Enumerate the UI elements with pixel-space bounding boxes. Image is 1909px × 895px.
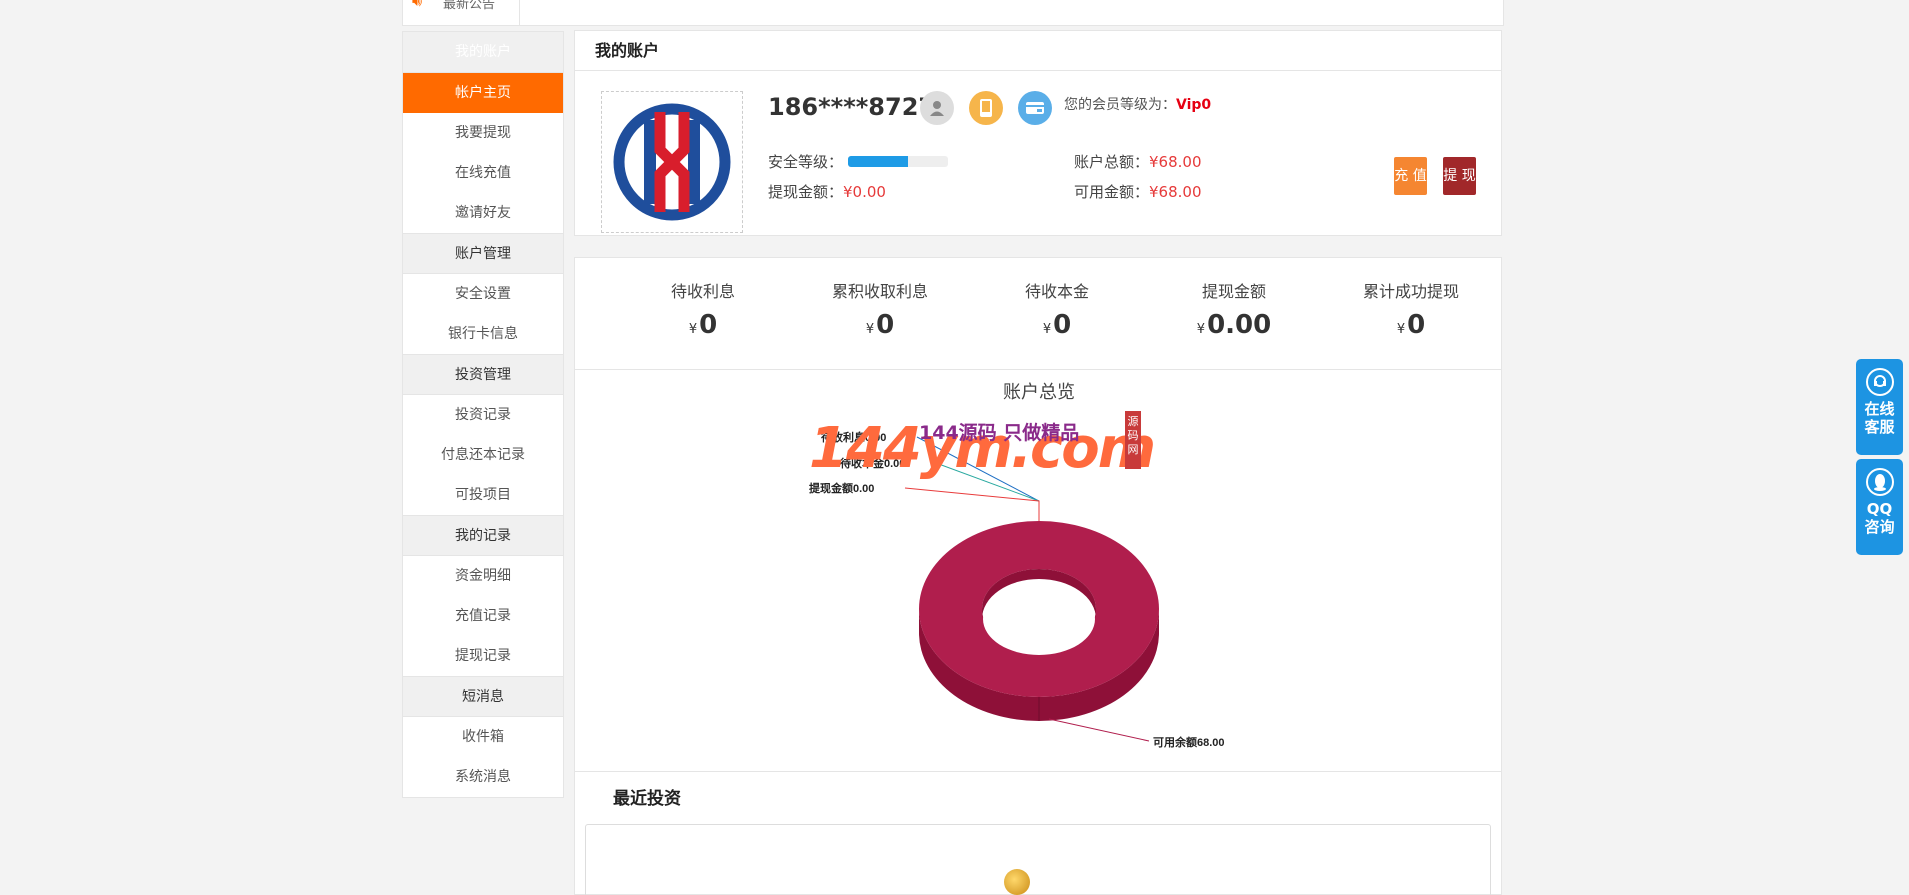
recent-title: 最近投资: [613, 789, 681, 809]
coin-icon: [1004, 869, 1030, 895]
withdraw-amount: 提现金额：¥0.00: [768, 181, 886, 202]
float-label-2: 客服: [1864, 418, 1895, 436]
announcement-bar: 🔊︎ 最新公告: [402, 0, 1504, 26]
available-amount-label: 可用金额：: [1074, 183, 1150, 201]
float-label-1: 在线: [1864, 400, 1895, 418]
account-total: 账户总额：¥68.00: [1074, 151, 1202, 172]
data-label-可用余额: 可用余额68.00: [1153, 735, 1225, 749]
headset-icon: [1865, 368, 1894, 396]
currency-symbol: ¥: [1042, 322, 1052, 337]
recent-list: [585, 824, 1491, 895]
sidebar-item-security[interactable]: 安全设置: [403, 274, 563, 314]
available-amount-value: ¥68.00: [1149, 183, 1202, 201]
sidebar-group-title: 投资管理: [403, 354, 563, 395]
stat-value: 0: [876, 310, 895, 340]
stat-value: 0: [699, 310, 718, 340]
sidebar-item-fund-details[interactable]: 资金明细: [403, 556, 563, 596]
data-label-提现金额: 提现金额0.00: [809, 481, 874, 495]
avatar[interactable]: [601, 91, 743, 233]
recharge-button[interactable]: 充 值: [1394, 157, 1427, 195]
sidebar-item-recharge-records[interactable]: 充值记录: [403, 596, 563, 636]
stat-value: 0.00: [1207, 310, 1272, 340]
sidebar-group-title: 短消息: [403, 676, 563, 717]
recent-investments: 最近投资: [574, 772, 1502, 895]
leader-line-提现金额: [904, 487, 1040, 521]
username: 186****8727: [768, 93, 936, 121]
logo-icon: [613, 103, 731, 221]
qq-consult-button[interactable]: QQ 咨询: [1856, 459, 1903, 555]
sidebar-item-bank-card[interactable]: 银行卡信息: [403, 314, 563, 354]
account-total-value: ¥68.00: [1149, 153, 1202, 171]
stat-title: 累积收取利息: [831, 282, 928, 301]
vip-level: 您的会员等级为：Vip0: [1064, 94, 1211, 114]
online-service-button[interactable]: 在线 客服: [1856, 359, 1903, 455]
speaker-icon: 🔊︎: [412, 0, 423, 10]
phone-verify-icon[interactable]: [969, 91, 1003, 125]
vip-label: 您的会员等级为：: [1064, 97, 1176, 113]
currency-symbol: ¥: [1196, 322, 1206, 337]
announcement-label: 最新公告: [443, 0, 496, 12]
announcement-label-box[interactable]: 🔊︎ 最新公告: [403, 0, 520, 25]
stat-withdraw-amount: 提现金额 ¥0.00: [1154, 278, 1314, 340]
sidebar-item-available-projects[interactable]: 可投项目: [403, 475, 563, 515]
stat-title: 待收本金: [1024, 282, 1089, 301]
stat-title: 累计成功提现: [1362, 282, 1459, 301]
identity-verify-icon[interactable]: [920, 91, 954, 125]
sidebar-item-withdraw-records[interactable]: 提现记录: [403, 636, 563, 676]
currency-symbol: ¥: [688, 322, 698, 337]
qq-icon: [1865, 468, 1894, 496]
sidebar-item-invest-records[interactable]: 投资记录: [403, 395, 563, 435]
security-label: 安全等级：: [768, 153, 844, 171]
bank-card-icon[interactable]: [1018, 91, 1052, 125]
withdraw-amount-value: ¥0.00: [843, 183, 886, 201]
stat-value: 0: [1407, 310, 1426, 340]
account-total-label: 账户总额：: [1074, 153, 1150, 171]
sidebar-item-inbox[interactable]: 收件箱: [403, 717, 563, 757]
stat-total-withdrawn: 累计成功提现 ¥0: [1331, 278, 1491, 340]
sidebar-group-title: 我的账户: [403, 32, 563, 73]
withdraw-amount-label: 提现金额：: [768, 183, 844, 201]
sidebar-item-invite[interactable]: 邀请好友: [403, 193, 563, 233]
available-amount: 可用金额：¥68.00: [1074, 181, 1202, 202]
sidebar-item-repayment-records[interactable]: 付息还本记录: [403, 435, 563, 475]
sidebar-item-recharge[interactable]: 在线充值: [403, 153, 563, 193]
stat-title: 待收利息: [670, 282, 735, 301]
float-label-1: QQ: [1866, 500, 1893, 518]
account-title: 我的账户: [575, 31, 1501, 71]
stat-pending-interest: 待收利息 ¥0: [623, 278, 783, 340]
watermark-small: 144源码 只做精品: [919, 422, 1080, 444]
sidebar-group-title: 账户管理: [403, 233, 563, 274]
sidebar: 我的账户 帐户主页 我要提现 在线充值 邀请好友 账户管理 安全设置 银行卡信息…: [402, 31, 564, 798]
account-overview-chart: 账户总览 待收利息0.00 待收本金0.00 提现金额0.00 可用余额68.00 1…: [574, 370, 1502, 772]
currency-symbol: ¥: [1396, 322, 1406, 337]
withdraw-button[interactable]: 提 现: [1443, 157, 1476, 195]
sidebar-group-title: 我的记录: [403, 515, 563, 556]
sidebar-item-account-home[interactable]: 帐户主页: [403, 73, 563, 113]
stat-title: 提现金额: [1201, 282, 1266, 301]
stats-panel: 待收利息 ¥0 累积收取利息 ¥0 待收本金 ¥0 提现金额 ¥0.00 累计成…: [574, 257, 1502, 370]
security-level-bar: [848, 156, 948, 167]
account-panel: 我的账户 186****8727 您的会员等级为：Vip0 安全等级： 提现金额…: [574, 30, 1502, 236]
currency-symbol: ¥: [865, 322, 875, 337]
sidebar-item-system-messages[interactable]: 系统消息: [403, 757, 563, 797]
security-level-fill: [848, 156, 908, 167]
sidebar-item-withdraw[interactable]: 我要提现: [403, 113, 563, 153]
stat-total-interest: 累积收取利息 ¥0: [800, 278, 960, 340]
donut-hole: [983, 583, 1095, 655]
vip-value: Vip0: [1176, 97, 1212, 113]
watermark-box: 源码网: [1125, 411, 1141, 469]
float-label-2: 咨询: [1864, 518, 1895, 536]
stat-pending-principal: 待收本金 ¥0: [977, 278, 1137, 340]
stat-value: 0: [1053, 310, 1072, 340]
leader-line-可用余额: [1048, 718, 1150, 742]
